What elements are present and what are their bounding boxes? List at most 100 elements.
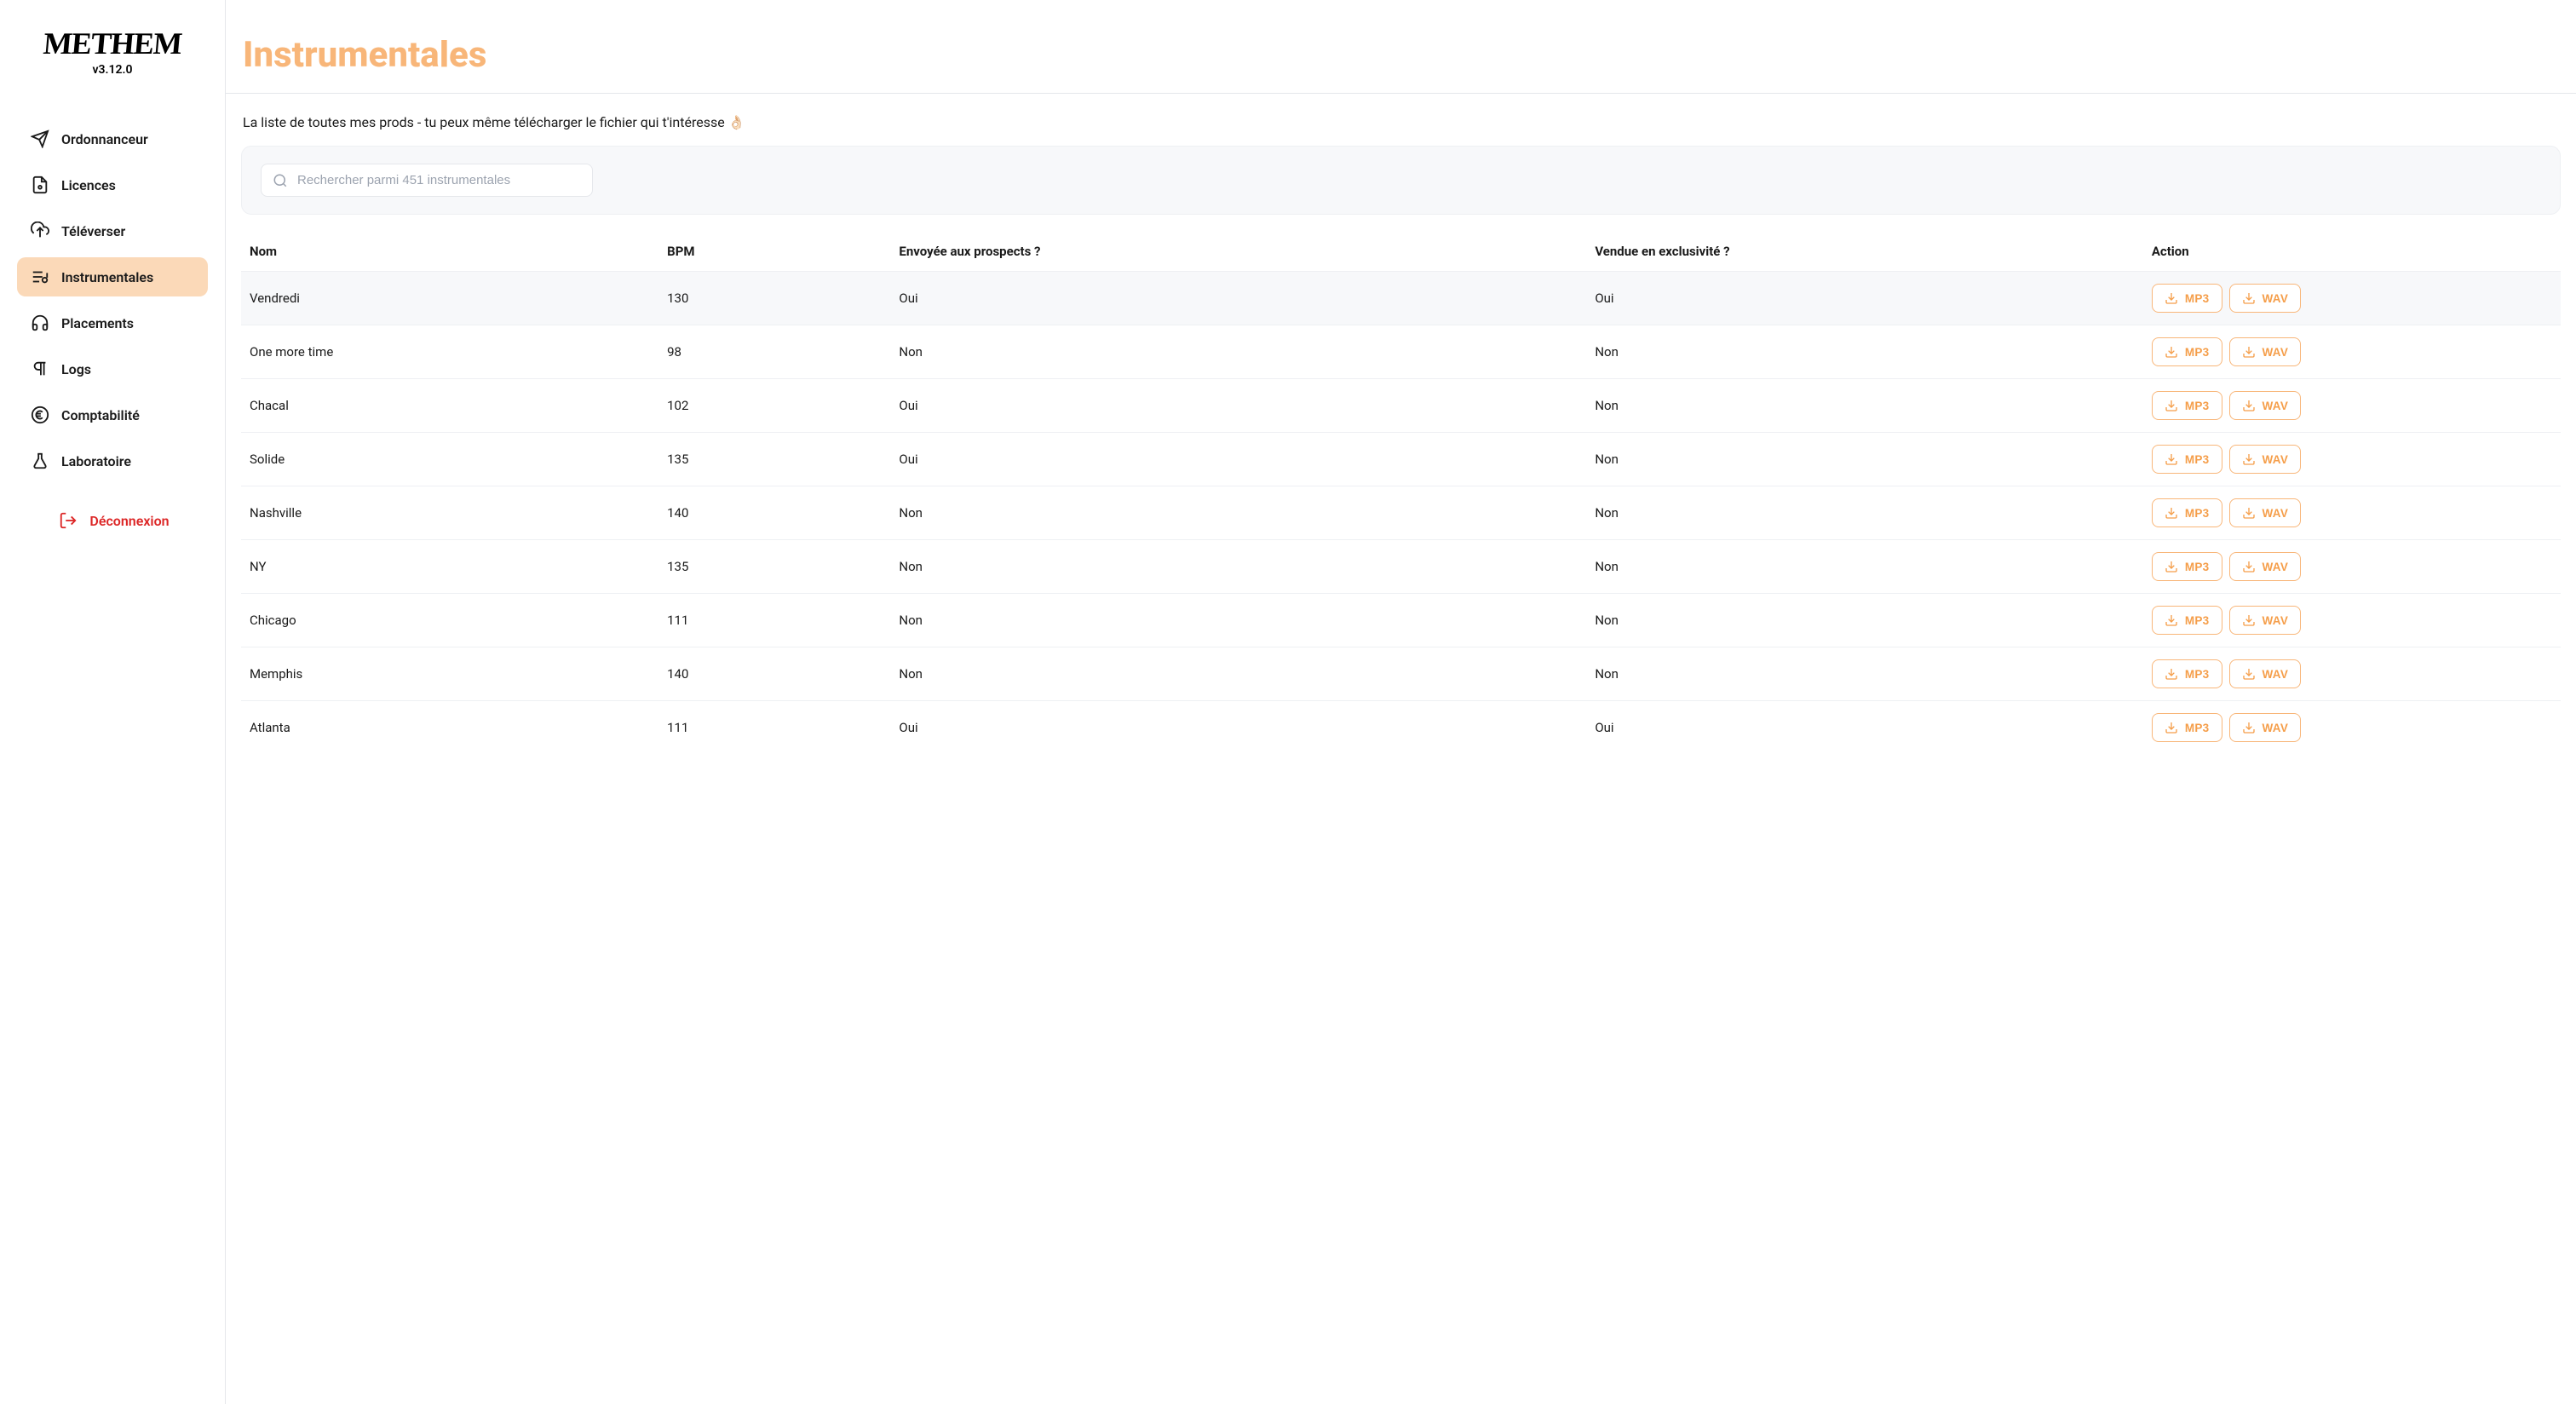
cell-action: MP3 WAV: [2143, 701, 2561, 755]
download-mp3-button[interactable]: MP3: [2152, 552, 2222, 581]
file-badge-icon: [31, 176, 49, 194]
sidebar-item-label: Laboratoire: [61, 453, 131, 469]
sidebar-item-label: Comptabilité: [61, 407, 140, 423]
cell-sold: Non: [1586, 379, 2143, 433]
cell-action: MP3 WAV: [2143, 594, 2561, 647]
cell-bpm: 102: [658, 379, 890, 433]
th-action: Action: [2143, 232, 2561, 272]
cell-sold: Non: [1586, 540, 2143, 594]
sidebar-item-tlverser[interactable]: Téléverser: [17, 211, 208, 250]
download-wav-button[interactable]: WAV: [2229, 713, 2302, 742]
cell-sent: Oui: [890, 433, 1586, 486]
action-group: MP3 WAV: [2152, 337, 2552, 366]
download-icon: [2165, 291, 2178, 305]
cell-action: MP3 WAV: [2143, 486, 2561, 540]
download-label: WAV: [2263, 507, 2289, 520]
logout-label: Déconnexion: [89, 513, 169, 529]
paragraph-icon: [31, 360, 49, 378]
cell-sent: Non: [890, 647, 1586, 701]
download-mp3-button[interactable]: MP3: [2152, 445, 2222, 474]
download-icon: [2242, 399, 2256, 412]
action-group: MP3 WAV: [2152, 659, 2552, 688]
download-label: WAV: [2263, 292, 2289, 305]
cell-name: Solide: [241, 433, 658, 486]
download-icon: [2165, 452, 2178, 466]
download-label: MP3: [2185, 614, 2210, 627]
download-wav-button[interactable]: WAV: [2229, 337, 2302, 366]
download-icon: [2242, 667, 2256, 681]
table-row: Memphis140NonNonMP3WAV: [241, 647, 2561, 701]
download-icon: [2165, 399, 2178, 412]
cell-action: MP3 WAV: [2143, 272, 2561, 325]
action-group: MP3 WAV: [2152, 498, 2552, 527]
cell-action: MP3 WAV: [2143, 433, 2561, 486]
download-mp3-button[interactable]: MP3: [2152, 606, 2222, 635]
search-input[interactable]: [261, 164, 593, 197]
flask-icon: [31, 452, 49, 470]
download-icon: [2242, 506, 2256, 520]
headphones-icon: [31, 314, 49, 332]
cell-sold: Oui: [1586, 701, 2143, 755]
download-wav-button[interactable]: WAV: [2229, 498, 2302, 527]
sidebar-item-placements[interactable]: Placements: [17, 303, 208, 342]
download-mp3-button[interactable]: MP3: [2152, 284, 2222, 313]
cell-action: MP3WAV: [2143, 379, 2561, 433]
sidebar: METHEM v3.12.0 OrdonnanceurLicencesTélév…: [0, 0, 226, 1404]
download-label: MP3: [2185, 346, 2210, 359]
download-mp3-button[interactable]: MP3: [2152, 713, 2222, 742]
download-icon: [2165, 560, 2178, 573]
cell-sent: Oui: [890, 379, 1586, 433]
table-row: Chicago111NonNonMP3WAV: [241, 594, 2561, 647]
cell-bpm: 111: [658, 594, 890, 647]
app-logo: METHEM: [42, 26, 183, 61]
download-wav-button[interactable]: WAV: [2229, 445, 2302, 474]
action-group: MP3 WAV: [2152, 713, 2552, 742]
sidebar-item-ordonnanceur[interactable]: Ordonnanceur: [17, 119, 208, 158]
cell-sold: Non: [1586, 325, 2143, 379]
download-wav-button[interactable]: WAV: [2229, 552, 2302, 581]
download-icon: [2242, 613, 2256, 627]
download-mp3-button[interactable]: MP3: [2152, 337, 2222, 366]
download-wav-button[interactable]: WAV: [2229, 284, 2302, 313]
table-body: Vendredi130OuiOuiMP3WAVOne more time98No…: [241, 272, 2561, 755]
download-icon: [2165, 721, 2178, 734]
download-icon: [2242, 721, 2256, 734]
download-mp3-button[interactable]: MP3: [2152, 391, 2222, 420]
sidebar-item-label: Logs: [61, 361, 91, 377]
cell-sold: Non: [1586, 486, 2143, 540]
th-sold: Vendue en exclusivité ?: [1586, 232, 2143, 272]
logout-button[interactable]: Déconnexion: [17, 501, 208, 540]
th-sent: Envoyée aux prospects ?: [890, 232, 1586, 272]
download-mp3-button[interactable]: MP3: [2152, 659, 2222, 688]
cell-name: Chicago: [241, 594, 658, 647]
search-icon: [273, 173, 288, 188]
sidebar-item-logs[interactable]: Logs: [17, 349, 208, 388]
cell-bpm: 98: [658, 325, 890, 379]
download-label: MP3: [2185, 722, 2210, 734]
download-mp3-button[interactable]: MP3: [2152, 498, 2222, 527]
cell-bpm: 135: [658, 433, 890, 486]
cell-action: MP3 WAV: [2143, 647, 2561, 701]
page-subtitle: La liste de toutes mes prods - tu peux m…: [226, 94, 2576, 146]
download-label: WAV: [2263, 614, 2289, 627]
table-row: Atlanta111OuiOuiMP3WAV: [241, 701, 2561, 755]
download-label: WAV: [2263, 668, 2289, 681]
download-label: WAV: [2263, 561, 2289, 573]
download-wav-button[interactable]: WAV: [2229, 391, 2302, 420]
sidebar-item-laboratoire[interactable]: Laboratoire: [17, 441, 208, 480]
cell-name: Atlanta: [241, 701, 658, 755]
download-wav-button[interactable]: WAV: [2229, 659, 2302, 688]
sidebar-item-label: Ordonnanceur: [61, 131, 148, 147]
sidebar-item-label: Téléverser: [61, 223, 125, 239]
download-icon: [2242, 560, 2256, 573]
sidebar-item-comptabilit[interactable]: Comptabilité: [17, 395, 208, 434]
cell-name: NY: [241, 540, 658, 594]
download-wav-button[interactable]: WAV: [2229, 606, 2302, 635]
table-row: Vendredi130OuiOuiMP3WAV: [241, 272, 2561, 325]
download-label: MP3: [2185, 453, 2210, 466]
table-row: Solide135OuiNonMP3WAV: [241, 433, 2561, 486]
sidebar-item-instrumentales[interactable]: Instrumentales: [17, 257, 208, 296]
download-icon: [2165, 345, 2178, 359]
cell-name: Vendredi: [241, 272, 658, 325]
sidebar-item-licences[interactable]: Licences: [17, 165, 208, 204]
